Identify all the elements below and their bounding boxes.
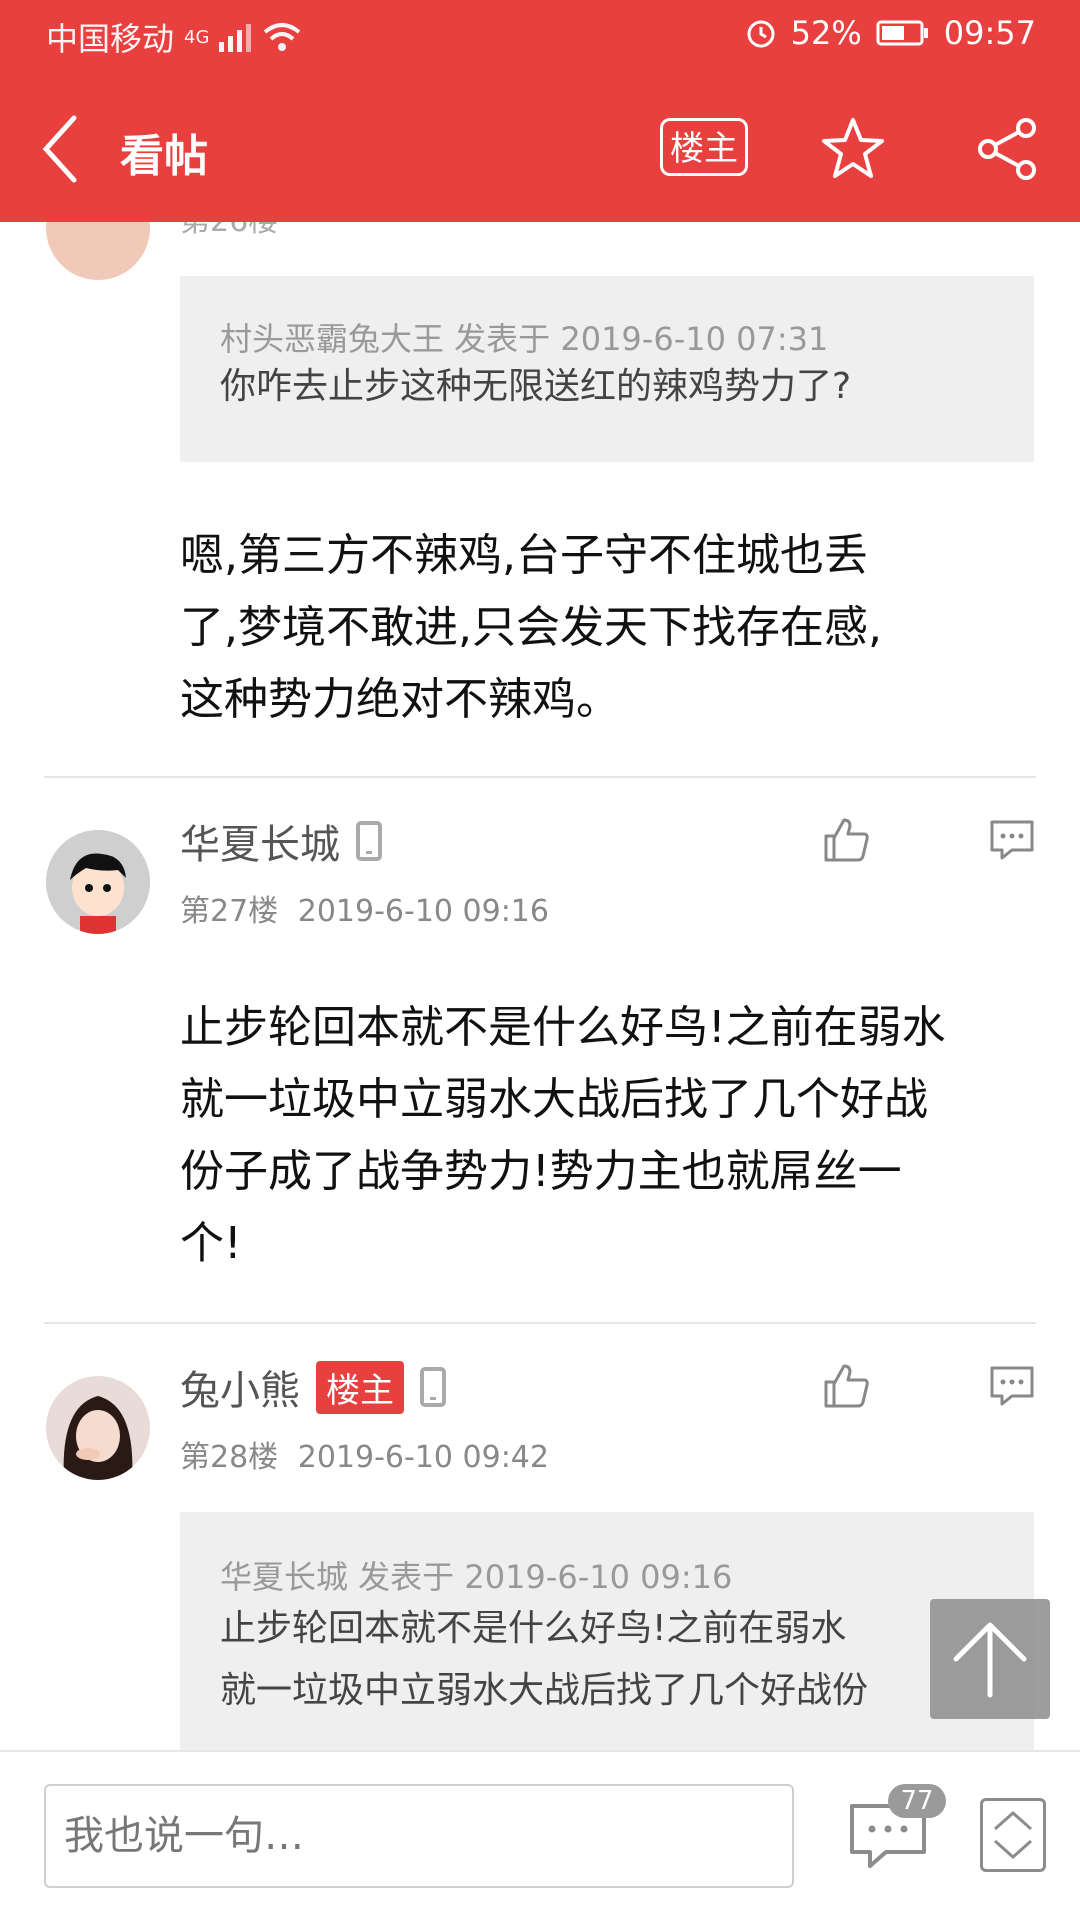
thread-content[interactable]: 第26楼 村头恶霸兔大王 发表于 2019-6-10 07:31 你咋去止步这种… (0, 222, 1080, 1750)
like-thumb-icon[interactable] (822, 1362, 870, 1410)
like-thumb-icon[interactable] (822, 816, 870, 864)
post-body: 止步轮回本就不是什么好鸟!之前在弱水 就一垃圾中立弱水大战后找了几个好战 份子成… (180, 1002, 946, 1269)
post-time: 2019-6-10 09:42 (297, 1440, 549, 1475)
post-time: 2019-6-10 09:16 (297, 894, 549, 929)
page-jump-button[interactable] (980, 1798, 1046, 1872)
share-icon[interactable] (974, 116, 1040, 182)
alarm-icon (747, 20, 775, 48)
quote-text: 你咋去止步这种无限送红的辣鸡势力了? (220, 366, 852, 407)
nav-bar: 看帖 楼主 (0, 74, 1080, 222)
avatar[interactable] (46, 222, 150, 280)
username-row: 兔小熊 楼主 (180, 1358, 446, 1416)
floor-label: 第26楼 (180, 222, 278, 240)
floor-number: 第28楼 (180, 1440, 279, 1475)
quote-meta: 村头恶霸兔大王 发表于 2019-6-10 07:31 (220, 320, 829, 358)
reply-bar: 我也说一句… 77 (0, 1750, 1080, 1920)
post-meta: 第27楼 2019-6-10 09:16 (180, 886, 549, 930)
avatar[interactable] (46, 830, 150, 934)
status-left: 中国移动 4G (46, 14, 301, 60)
top-header: 中国移动 4G 52% 09:57 看帖 楼主 (0, 0, 1080, 222)
op-badge: 楼主 (316, 1360, 404, 1414)
mobile-device-icon (356, 821, 382, 861)
username[interactable]: 兔小熊 (180, 1358, 300, 1416)
battery-icon (876, 20, 928, 46)
status-bar: 中国移动 4G 52% 09:57 (0, 0, 1080, 74)
reply-input[interactable]: 我也说一句… (44, 1784, 794, 1888)
floor-number: 第27楼 (180, 894, 279, 929)
favorite-star-icon[interactable] (820, 116, 886, 182)
comment-count-badge: 77 (888, 1784, 946, 1818)
quote-block[interactable]: 村头恶霸兔大王 发表于 2019-6-10 07:31 你咋去止步这种无限送红的… (180, 276, 1034, 462)
quote-meta: 华夏长城 发表于 2019-6-10 09:16 (220, 1558, 733, 1596)
comment-bubble-icon[interactable] (988, 1362, 1036, 1410)
page-title: 看帖 (120, 131, 208, 182)
post-meta: 第28楼 2019-6-10 09:42 (180, 1432, 549, 1476)
carrier-label: 中国移动 (46, 20, 175, 58)
arrow-up-icon (953, 1622, 1027, 1698)
username-row: 华夏长城 (180, 812, 382, 870)
comment-bubble-icon[interactable] (988, 816, 1036, 864)
signal-icon (219, 24, 252, 52)
divider (44, 776, 1036, 778)
back-icon[interactable] (38, 114, 82, 184)
battery-percent: 52% (790, 14, 862, 52)
username[interactable]: 华夏长城 (180, 812, 340, 870)
quote-text: 止步轮回本就不是什么好鸟!之前在弱水 就一垃圾中立弱水大战后找了几个好战份 (220, 1608, 869, 1711)
quote-block[interactable]: 华夏长城 发表于 2019-6-10 09:16 止步轮回本就不是什么好鸟!之前… (180, 1512, 1034, 1750)
up-down-chevron-icon (994, 1810, 1032, 1860)
wifi-icon (264, 23, 301, 51)
only-op-button[interactable]: 楼主 (660, 118, 748, 176)
avatar[interactable] (46, 1376, 150, 1480)
divider (44, 1322, 1036, 1324)
status-right: 52% 09:57 (745, 14, 1036, 52)
clock: 09:57 (943, 14, 1036, 52)
post-body: 嗯,第三方不辣鸡,台子守不住城也丢 了,梦境不敢进,只会发天下找存在感, 这种势… (180, 530, 882, 725)
network-label: 4G (184, 26, 210, 48)
mobile-device-icon (420, 1367, 446, 1407)
scroll-to-top-button[interactable] (930, 1599, 1050, 1719)
